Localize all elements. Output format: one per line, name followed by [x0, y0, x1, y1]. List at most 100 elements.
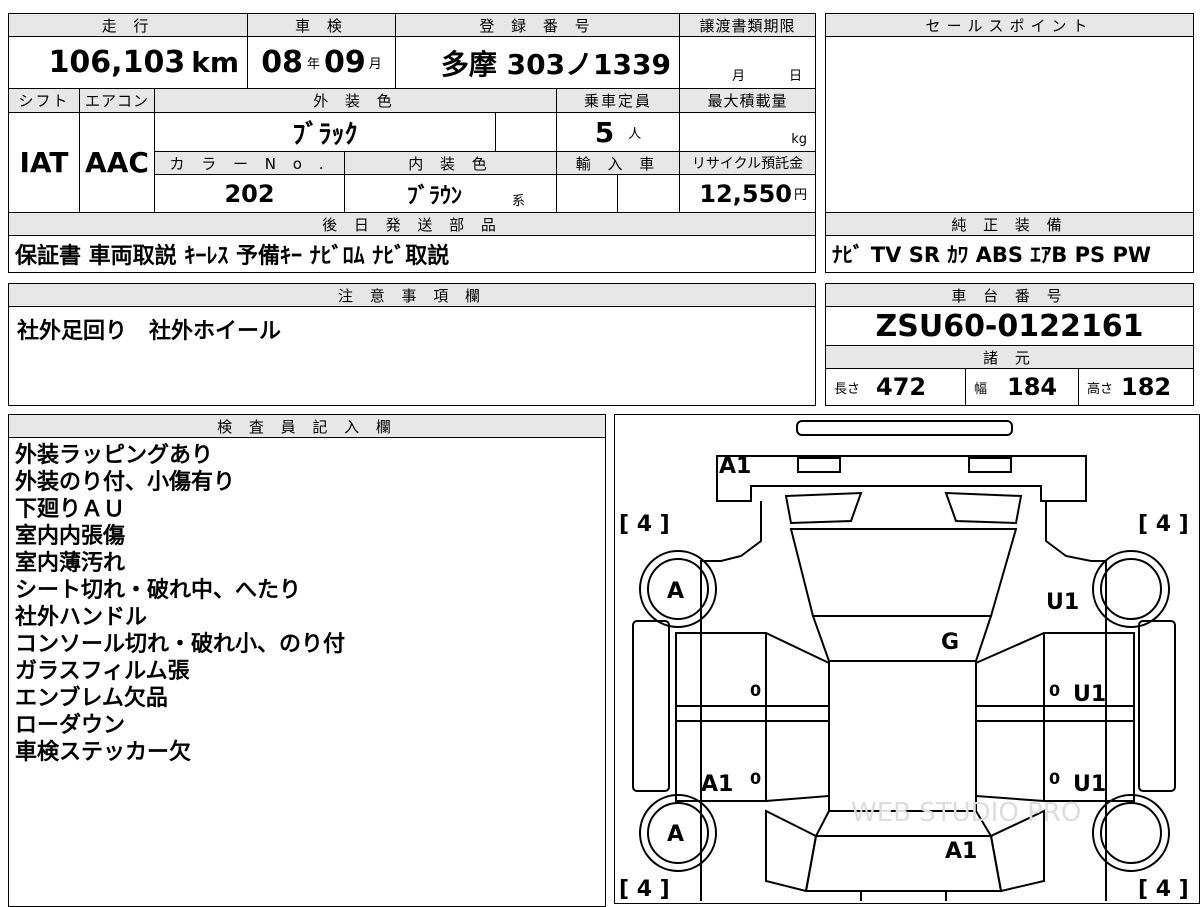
registration-value: 多摩 303ノ1339	[440, 47, 671, 81]
length-cell: 長さ 472	[825, 368, 966, 406]
car-diagram-frame: [ 4 ] [ 4 ] [ 4 ] [ 4 ] A1 A A U1 G U1 A…	[614, 414, 1200, 904]
note-line: ガラスフィルム張	[15, 659, 190, 684]
genuine-equipment-header: 純 正 装 備	[825, 212, 1194, 236]
damage-hood: G	[941, 630, 959, 655]
zero-mark: 0	[750, 681, 761, 700]
height-cell: 高さ 182	[1078, 368, 1194, 406]
genuine-equipment-cell: ﾅﾋﾞ TV SR ｶﾜ ABS ｴｱB PS PW	[825, 235, 1194, 273]
exterior-color-extra-cell	[495, 112, 557, 152]
year-unit: 年	[306, 57, 320, 72]
note-line: 社外ハンドル	[15, 605, 148, 630]
interior-color-value: ﾌﾞﾗｳﾝ	[407, 183, 463, 209]
inspector-header: 検 査 員 記 入 欄	[8, 414, 606, 438]
color-no-cell: 202	[154, 174, 345, 213]
caution-header: 注 意 事 項 欄	[8, 283, 816, 307]
ac-header: エアコン	[79, 88, 155, 113]
inspector-notes: 外装ラッピングあり 外装のり付、小傷有り 下廻りＡＵ 室内内張傷 室内薄汚れ シ…	[8, 437, 606, 907]
length-label: 長さ	[834, 381, 861, 397]
tire-depth-fl: [ 4 ]	[619, 512, 670, 537]
recycle-unit: 円	[793, 188, 807, 203]
max-load-cell: kg	[679, 112, 816, 152]
recycle-cell: 12,550 円	[679, 174, 816, 213]
interior-color-suffix: 系	[512, 194, 526, 209]
car-diagram: [ 4 ] [ 4 ] [ 4 ] [ 4 ] A1 A A U1 G U1 A…	[619, 420, 1189, 902]
damage-front-right: U1	[1046, 590, 1079, 615]
damage-wheel-rl: A	[667, 822, 684, 847]
registration-cell: 多摩 303ノ1339	[395, 36, 680, 89]
zero-mark: 0	[1049, 769, 1060, 788]
watermark: WEB STUDIO PRO	[851, 798, 1081, 828]
color-no-value: 202	[224, 179, 275, 208]
note-line: 車検ステッカー欠	[15, 740, 192, 765]
length-value: 472	[876, 373, 927, 401]
later-parts-header: 後 日 発 送 部 品	[8, 212, 816, 236]
width-cell: 幅 184	[965, 368, 1079, 406]
max-load-header: 最大積載量	[679, 88, 816, 113]
tire-depth-rr: [ 4 ]	[1138, 877, 1189, 902]
color-no-header: カ ラ ー N o .	[154, 151, 345, 175]
registration-header: 登 録 番 号	[395, 13, 680, 37]
interior-color-header: 内 装 色	[344, 151, 557, 175]
caution-value: 社外足回り 社外ホイール	[17, 319, 282, 344]
damage-roof-rear: A1	[945, 839, 977, 864]
ac-cell: AAC	[79, 112, 155, 213]
note-line: 外装のり付、小傷有り	[15, 470, 236, 495]
note-line: コンソール切れ・破れ小、のり付	[15, 632, 346, 657]
shaken-year: 08	[261, 45, 303, 80]
mileage-unit: km	[191, 46, 239, 79]
exterior-color-value: ﾌﾞﾗｯｸ	[292, 119, 358, 150]
note-line: 外装ラッピングあり	[15, 443, 214, 468]
import-cell-right	[617, 174, 680, 213]
capacity-unit: 人	[628, 126, 642, 142]
chassis-header: 車 台 番 号	[825, 283, 1194, 307]
tire-depth-fr: [ 4 ]	[1138, 512, 1189, 537]
damage-front-bumper: A1	[719, 454, 751, 479]
width-value: 184	[1007, 373, 1058, 401]
damage-wheel-fl: A	[667, 579, 684, 604]
damage-right-door-front: U1	[1073, 682, 1106, 707]
transfer-day-unit: 日	[789, 69, 803, 84]
width-label: 幅	[974, 381, 988, 397]
capacity-value: 5	[594, 115, 615, 149]
zero-mark: 0	[1049, 681, 1060, 700]
mileage-header: 走 行	[8, 13, 248, 37]
height-label: 高さ	[1087, 381, 1114, 397]
later-parts-cell: 保証書 車両取説 ｷｰﾚｽ 予備ｷｰ ﾅﾋﾞﾛﾑ ﾅﾋﾞ取説	[8, 235, 816, 273]
tire-depth-rl: [ 4 ]	[619, 877, 670, 902]
later-parts-value: 保証書 車両取説 ｷｰﾚｽ 予備ｷｰ ﾅﾋﾞﾛﾑ ﾅﾋﾞ取説	[15, 244, 450, 269]
exterior-color-header: 外 装 色	[154, 88, 557, 113]
caution-cell: 社外足回り 社外ホイール	[8, 306, 816, 406]
interior-color-cell: ﾌﾞﾗｳﾝ 系	[344, 174, 557, 213]
sales-point-header: セールスポイント	[825, 13, 1194, 37]
note-line: ローダウン	[15, 713, 126, 738]
import-cell-left	[556, 174, 618, 213]
load-unit: kg	[791, 132, 807, 147]
note-line: 室内薄汚れ	[15, 551, 126, 576]
ac-value: AAC	[85, 146, 149, 179]
shift-header: シフト	[8, 88, 80, 113]
transfer-deadline-header: 譲渡書類期限	[679, 13, 816, 37]
note-line: 下廻りＡＵ	[15, 497, 126, 522]
sales-point-cell	[825, 36, 1194, 213]
note-line: エンブレム欠品	[15, 686, 168, 711]
capacity-cell: 5 人	[556, 112, 680, 152]
zero-mark: 0	[750, 769, 761, 788]
chassis-value: ZSU60-0122161	[875, 308, 1144, 344]
shaken-header: 車 検	[247, 13, 396, 37]
recycle-header: リサイクル預託金	[679, 151, 816, 175]
genuine-equipment-value: ﾅﾋﾞ TV SR ｶﾜ ABS ｴｱB PS PW	[832, 243, 1152, 267]
note-line: 室内内張傷	[15, 524, 126, 549]
damage-right-door-rear: U1	[1073, 772, 1106, 797]
import-header: 輸 入 車	[556, 151, 680, 175]
transfer-month-unit: 月	[732, 69, 746, 84]
shaken-month: 09	[324, 45, 366, 80]
damage-left-rear: A1	[701, 772, 733, 797]
transfer-cell: 月 日	[679, 36, 816, 89]
recycle-value: 12,550	[699, 179, 792, 208]
note-line: シート切れ・破れ中、へたり	[15, 578, 302, 603]
capacity-header: 乗車定員	[556, 88, 680, 113]
shift-cell: IAT	[8, 112, 80, 213]
shaken-cell: 08 年 09 月	[247, 36, 396, 89]
height-value: 182	[1121, 373, 1172, 401]
month-unit: 月	[368, 57, 382, 72]
